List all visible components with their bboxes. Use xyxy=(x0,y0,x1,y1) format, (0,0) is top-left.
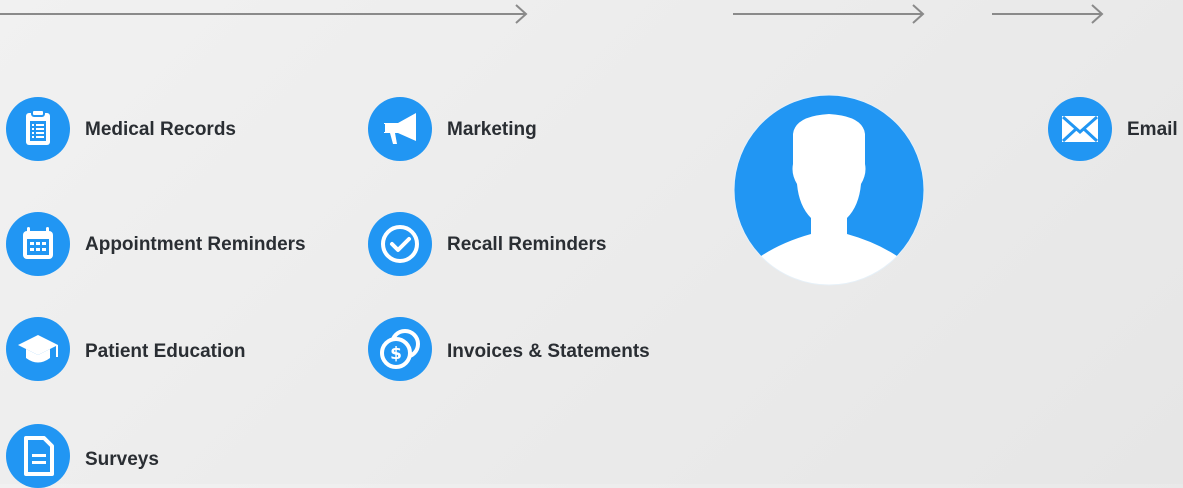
flow-arrow-3 xyxy=(992,4,1104,24)
user-silhouette-icon xyxy=(733,94,925,286)
graduation-cap-icon xyxy=(6,317,70,381)
patient-education-label: Patient Education xyxy=(85,341,246,362)
flow-arrow-1 xyxy=(0,4,528,24)
invoices-label: Invoices & Statements xyxy=(447,341,650,362)
surveys-label: Surveys xyxy=(85,449,159,470)
checkmark-icon xyxy=(368,212,432,276)
clipboard-icon xyxy=(6,97,70,161)
marketing-label: Marketing xyxy=(447,119,537,140)
megaphone-icon xyxy=(368,97,432,161)
envelope-icon xyxy=(1048,97,1112,161)
svg-text:$: $ xyxy=(390,344,402,364)
flow-arrow-2 xyxy=(733,4,925,24)
recall-reminders-label: Recall Reminders xyxy=(447,234,607,255)
calendar-icon xyxy=(6,212,70,276)
document-icon xyxy=(6,424,70,488)
coins-icon: $ xyxy=(368,317,432,381)
appointment-reminders-label: Appointment Reminders xyxy=(85,234,306,255)
email-label: Email xyxy=(1127,119,1178,140)
medical-records-label: Medical Records xyxy=(85,119,236,140)
